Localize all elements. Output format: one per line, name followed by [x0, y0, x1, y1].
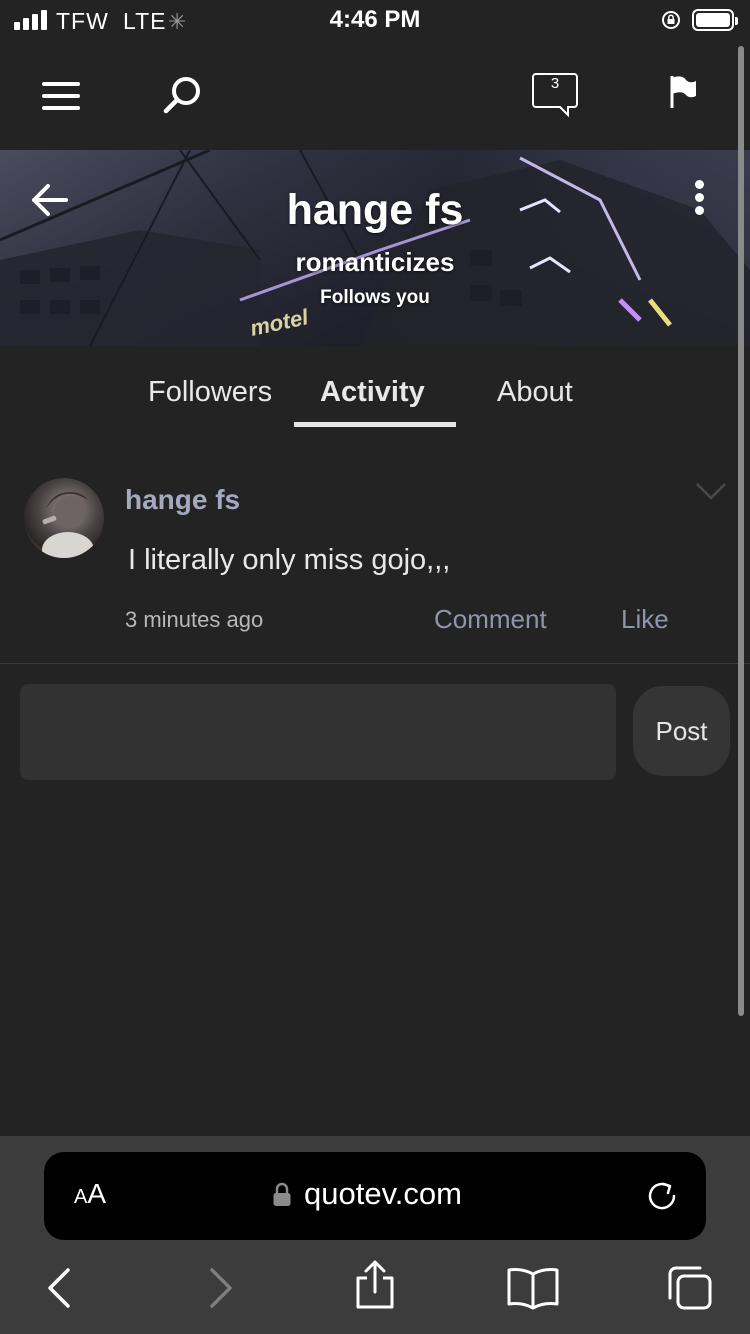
- status-bar: TFW LTE ✳ 4:46 PM: [0, 0, 750, 40]
- tab-about[interactable]: About: [497, 376, 573, 409]
- flag-icon[interactable]: [668, 74, 698, 110]
- tab-followers[interactable]: Followers: [148, 376, 272, 409]
- profile-name: hange fs: [286, 186, 464, 234]
- notification-count: 3: [550, 75, 560, 92]
- avatar-image: [42, 492, 94, 558]
- rotation-lock-icon: [662, 11, 680, 29]
- chevron-down-icon[interactable]: [694, 480, 728, 502]
- notifications-button[interactable]: 3: [530, 70, 580, 120]
- text-size-button[interactable]: AA: [74, 1178, 106, 1210]
- text-size-large-glyph: A: [87, 1178, 107, 1209]
- tab-activity[interactable]: Activity: [320, 376, 425, 409]
- activity-author[interactable]: hange fs: [125, 484, 240, 516]
- active-tab-indicator: [294, 422, 456, 427]
- page-scrollbar[interactable]: [738, 46, 744, 1016]
- activity-text: I literally only miss gojo,,,: [128, 544, 451, 576]
- reload-icon[interactable]: [644, 1178, 680, 1214]
- profile-banner: motel hange fs romanticizes Follows you: [0, 150, 750, 346]
- status-time: 4:46 PM: [329, 6, 421, 33]
- browser-toolbar: AA quotev.com: [0, 1136, 750, 1334]
- address-bar[interactable]: AA quotev.com: [44, 1152, 706, 1240]
- lock-icon: [273, 1182, 291, 1206]
- activity-timestamp: 3 minutes ago: [125, 607, 264, 632]
- bookmarks-icon[interactable]: [506, 1266, 560, 1310]
- text-size-small-glyph: A: [74, 1186, 88, 1208]
- follows-you-badge: Follows you: [320, 287, 430, 308]
- profile-tabs: Followers Activity About: [0, 346, 750, 442]
- menu-button[interactable]: [42, 78, 82, 110]
- tabs-overview-icon[interactable]: [666, 1264, 714, 1312]
- comment-input[interactable]: [20, 684, 616, 780]
- url-text: quotev.com: [304, 1176, 462, 1211]
- profile-tagline: romanticizes: [295, 247, 455, 277]
- like-button[interactable]: Like: [621, 604, 669, 635]
- battery-icon: [692, 9, 738, 31]
- top-navigation: 3: [0, 40, 750, 150]
- comment-button[interactable]: Comment: [434, 604, 547, 635]
- search-icon[interactable]: [162, 74, 204, 116]
- browser-back-icon[interactable]: [44, 1266, 74, 1310]
- browser-forward-icon[interactable]: [206, 1266, 236, 1310]
- share-icon[interactable]: [352, 1260, 398, 1310]
- post-button[interactable]: Post: [633, 686, 730, 776]
- screen: TFW LTE ✳ 4:46 PM 3 motel hange fs roman…: [0, 0, 750, 1334]
- avatar[interactable]: [24, 478, 104, 558]
- activity-item: hange fs I literally only miss gojo,,, 3…: [0, 442, 750, 664]
